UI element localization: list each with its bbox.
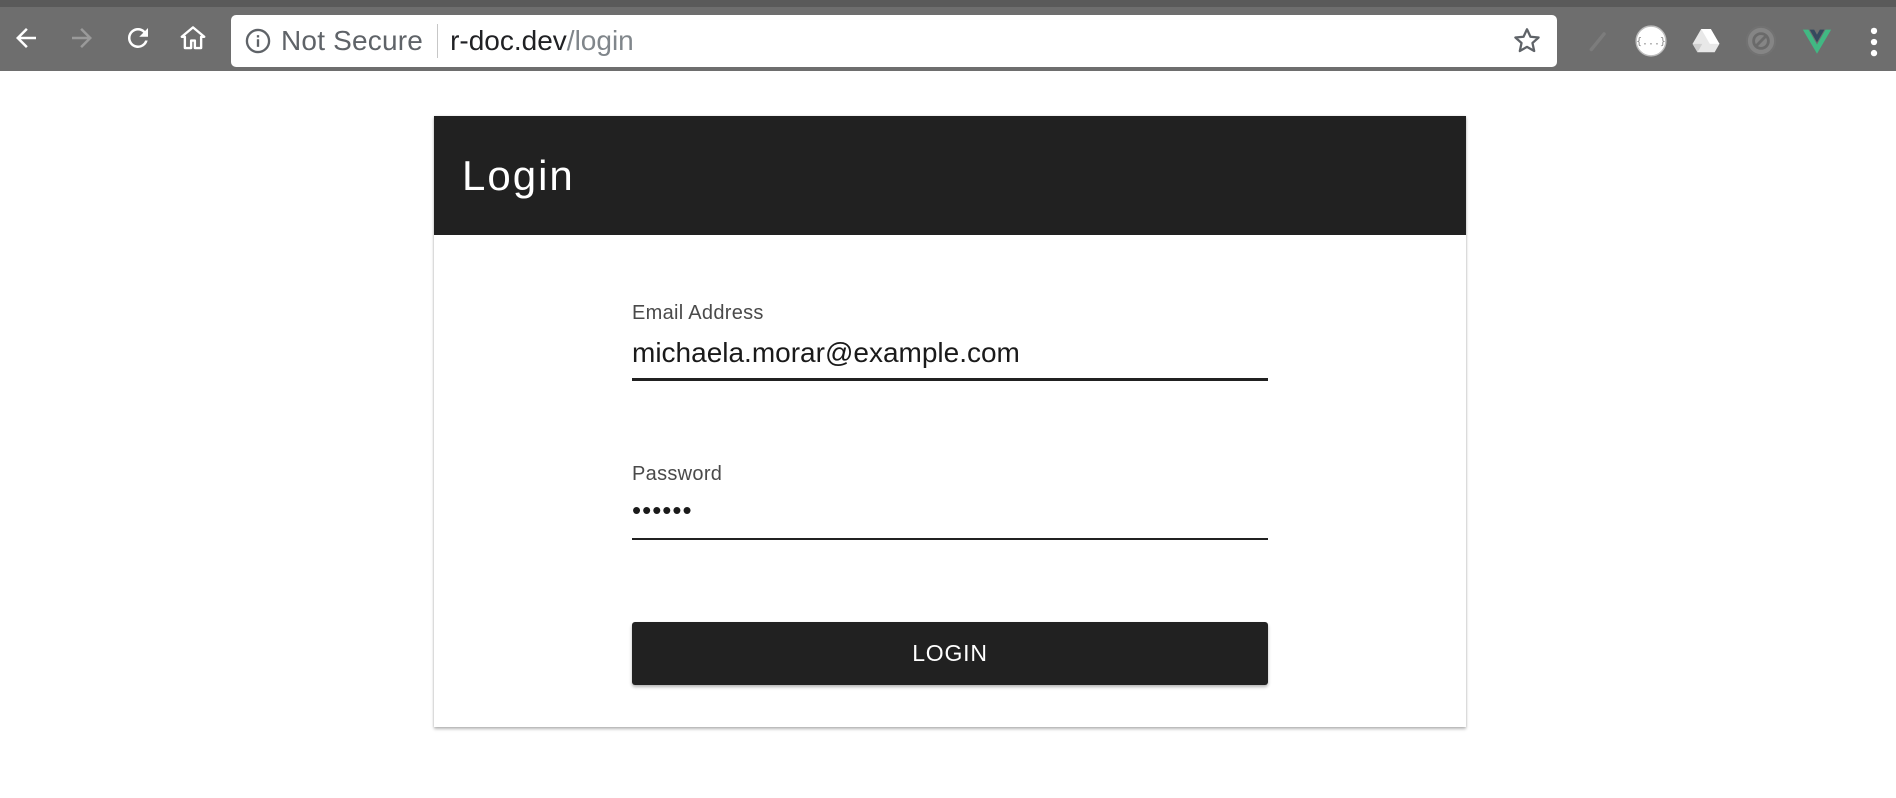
forward-arrow-icon: [72, 28, 92, 48]
star-icon[interactable]: [1511, 25, 1543, 57]
page-title: Login: [462, 151, 575, 199]
menu-dots-icon[interactable]: [1862, 23, 1886, 61]
extension-button-4[interactable]: [1744, 24, 1778, 58]
extension-button-2[interactable]: {...}: [1634, 24, 1668, 58]
back-button[interactable]: [5, 17, 47, 59]
json-viewer-icon: {...}: [1635, 25, 1667, 57]
password-underline: [632, 538, 1268, 540]
home-icon: [180, 26, 206, 50]
url-text[interactable]: r-doc.dev/login: [450, 25, 1557, 57]
password-label: Password: [632, 463, 723, 485]
security-status-label: Not Secure: [281, 25, 424, 56]
extension-button-1[interactable]: [1580, 24, 1614, 58]
vue-devtools-icon: [1802, 29, 1832, 54]
extension-button-3[interactable]: [1689, 24, 1723, 58]
login-card: Login Email Address Password LOGIN: [434, 116, 1466, 727]
drive-icon: [1692, 28, 1720, 53]
site-info-button[interactable]: Not Secure: [231, 15, 437, 67]
reload-icon: [127, 27, 148, 48]
omnibox-divider: [437, 24, 439, 58]
email-label: Email Address: [632, 302, 764, 324]
email-field[interactable]: [632, 333, 1268, 373]
password-field-group: Password: [632, 463, 1268, 540]
password-field[interactable]: [632, 490, 1268, 530]
login-button[interactable]: LOGIN: [632, 622, 1268, 685]
back-arrow-icon: [16, 28, 36, 48]
extension-button-5[interactable]: [1800, 24, 1834, 58]
forward-button[interactable]: [61, 17, 103, 59]
svg-text:{...}: {...}: [1636, 37, 1666, 48]
extension-disabled-icon: [1745, 25, 1777, 57]
login-card-header: Login: [434, 116, 1466, 235]
address-bar[interactable]: Not Secure r-doc.dev/login: [231, 15, 1557, 67]
reload-button[interactable]: [117, 17, 159, 59]
url-path: /login: [566, 25, 634, 56]
email-field-group: Email Address: [632, 302, 1268, 381]
extension-faded-icon: [1589, 32, 1606, 52]
info-icon: [245, 28, 271, 54]
email-underline: [632, 378, 1268, 381]
home-button[interactable]: [172, 17, 214, 59]
url-host: r-doc.dev: [450, 25, 567, 56]
browser-toolbar: Not Secure r-doc.dev/login {...}: [0, 0, 1896, 71]
